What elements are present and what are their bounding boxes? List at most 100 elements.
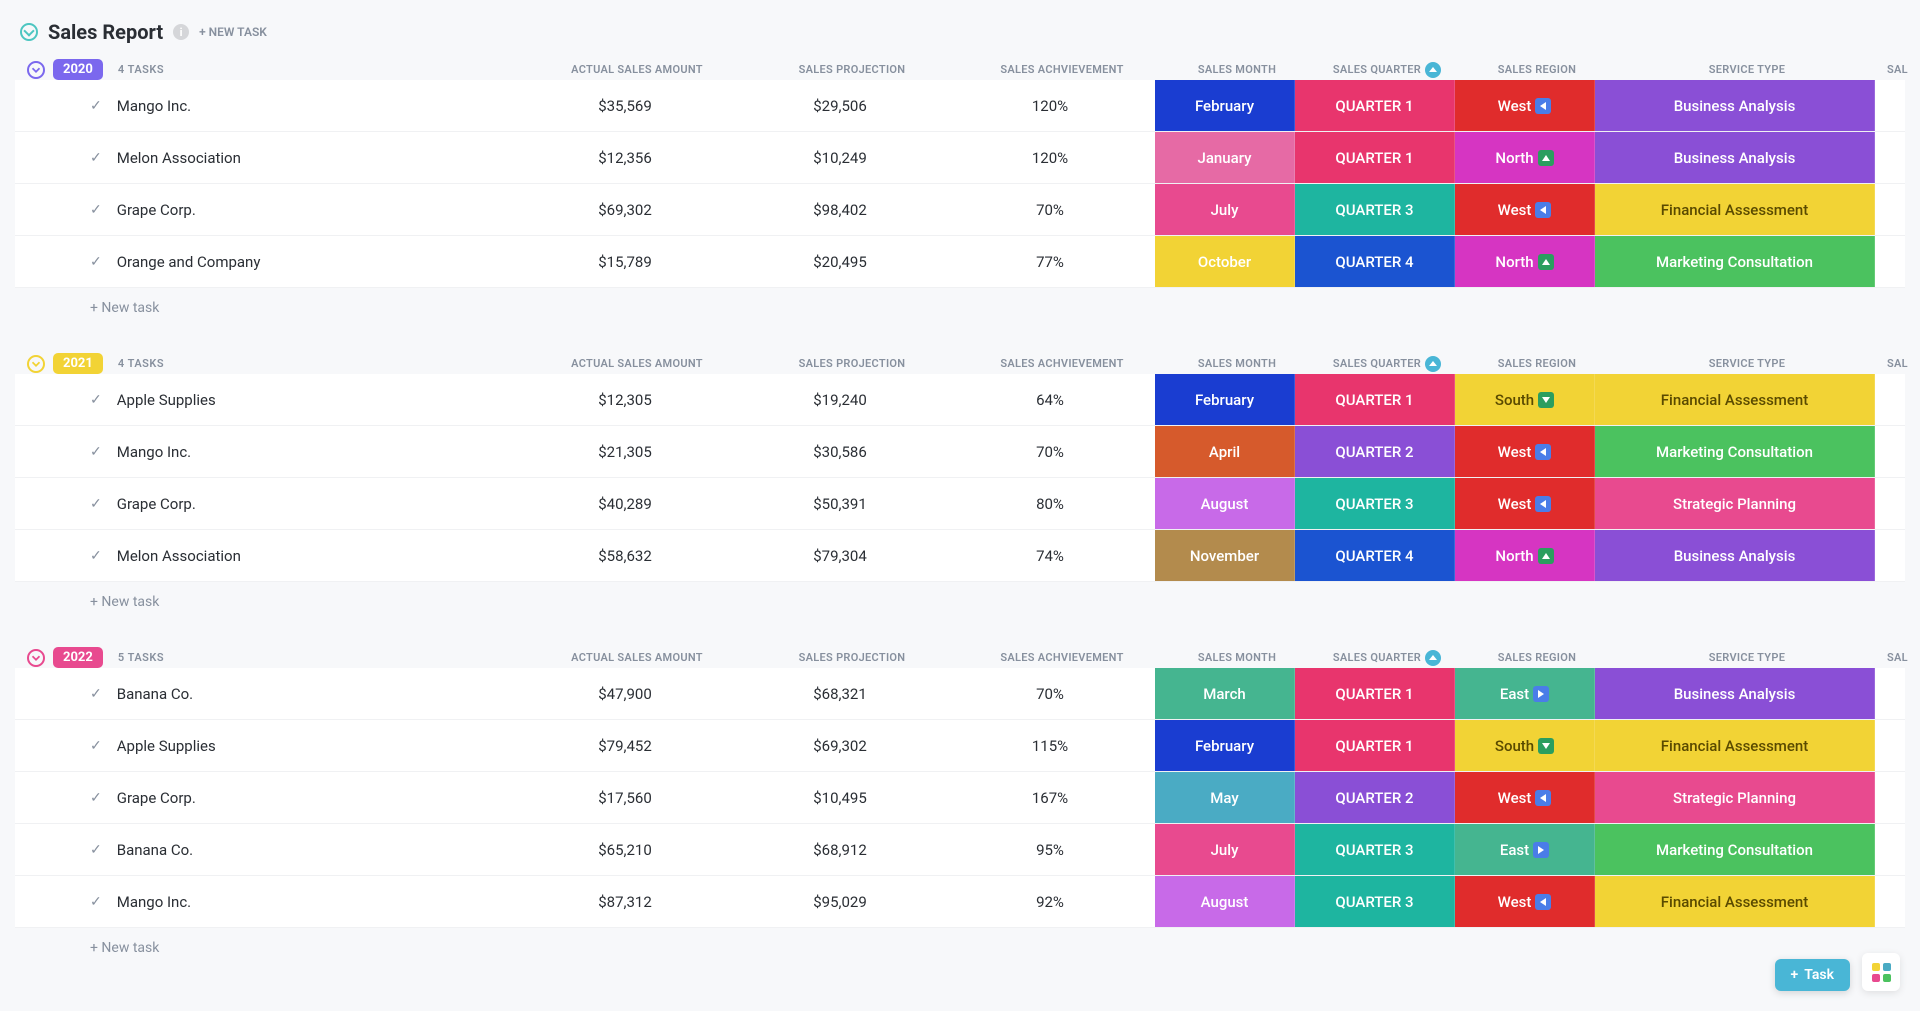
new-task-row-button[interactable]: + New task	[15, 928, 1905, 968]
column-header-service[interactable]: SERVICE TYPE	[1607, 651, 1887, 664]
achievement-cell[interactable]: 167%	[945, 772, 1155, 823]
projection-cell[interactable]: $98,402	[735, 184, 945, 235]
actual-sales-cell[interactable]: $15,789	[515, 236, 735, 287]
service-tag[interactable]: Marketing Consultation	[1595, 824, 1875, 875]
check-icon[interactable]: ✓	[90, 254, 102, 270]
check-icon[interactable]: ✓	[90, 496, 102, 512]
task-name-cell[interactable]: ✓ Mango Inc.	[15, 876, 515, 927]
column-header-region[interactable]: SALES REGION	[1467, 63, 1607, 76]
actual-sales-cell[interactable]: $65,210	[515, 824, 735, 875]
column-header-actual[interactable]: ACTUAL SALES AMOUNT	[527, 357, 747, 370]
extra-cell[interactable]	[1875, 530, 1905, 581]
extra-cell[interactable]	[1875, 80, 1905, 131]
check-icon[interactable]: ✓	[90, 202, 102, 218]
column-header-region[interactable]: SALES REGION	[1467, 651, 1607, 664]
region-tag[interactable]: North	[1455, 132, 1595, 183]
actual-sales-cell[interactable]: $69,302	[515, 184, 735, 235]
table-row[interactable]: ✓ Banana Co. $47,900 $68,321 70% March Q…	[15, 668, 1905, 720]
projection-cell[interactable]: $10,495	[735, 772, 945, 823]
new-task-header-button[interactable]: + NEW TASK	[199, 25, 267, 39]
service-tag[interactable]: Business Analysis	[1595, 80, 1875, 131]
table-row[interactable]: ✓ Banana Co. $65,210 $68,912 95% July QU…	[15, 824, 1905, 876]
month-tag[interactable]: November	[1155, 530, 1295, 581]
achievement-cell[interactable]: 120%	[945, 80, 1155, 131]
service-tag[interactable]: Business Analysis	[1595, 132, 1875, 183]
table-row[interactable]: ✓ Mango Inc. $87,312 $95,029 92% August …	[15, 876, 1905, 928]
extra-cell[interactable]	[1875, 720, 1905, 771]
month-tag[interactable]: February	[1155, 80, 1295, 131]
quarter-tag[interactable]: QUARTER 1	[1295, 132, 1455, 183]
actual-sales-cell[interactable]: $35,569	[515, 80, 735, 131]
quarter-tag[interactable]: QUARTER 1	[1295, 80, 1455, 131]
month-tag[interactable]: July	[1155, 184, 1295, 235]
info-icon[interactable]: i	[173, 24, 189, 40]
service-tag[interactable]: Financial Assessment	[1595, 876, 1875, 927]
extra-cell[interactable]	[1875, 478, 1905, 529]
collapse-all-icon[interactable]	[20, 23, 38, 41]
check-icon[interactable]: ✓	[90, 842, 102, 858]
extra-cell[interactable]	[1875, 772, 1905, 823]
task-name-cell[interactable]: ✓ Mango Inc.	[15, 426, 515, 477]
column-header-achievement[interactable]: SALES ACHVIEVEMENT	[957, 357, 1167, 370]
task-name-cell[interactable]: ✓ Orange and Company	[15, 236, 515, 287]
task-name-cell[interactable]: ✓ Melon Association	[15, 132, 515, 183]
achievement-cell[interactable]: 80%	[945, 478, 1155, 529]
check-icon[interactable]: ✓	[90, 444, 102, 460]
task-name-cell[interactable]: ✓ Apple Supplies	[15, 720, 515, 771]
check-icon[interactable]: ✓	[90, 738, 102, 754]
quarter-tag[interactable]: QUARTER 3	[1295, 876, 1455, 927]
quarter-tag[interactable]: QUARTER 3	[1295, 184, 1455, 235]
projection-cell[interactable]: $69,302	[735, 720, 945, 771]
year-badge[interactable]: 2021	[53, 353, 103, 374]
column-header-actual[interactable]: ACTUAL SALES AMOUNT	[527, 651, 747, 664]
achievement-cell[interactable]: 77%	[945, 236, 1155, 287]
region-tag[interactable]: West	[1455, 184, 1595, 235]
month-tag[interactable]: October	[1155, 236, 1295, 287]
sort-asc-icon[interactable]	[1425, 356, 1441, 372]
quarter-tag[interactable]: QUARTER 1	[1295, 720, 1455, 771]
check-icon[interactable]: ✓	[90, 98, 102, 114]
table-row[interactable]: ✓ Orange and Company $15,789 $20,495 77%…	[15, 236, 1905, 288]
extra-cell[interactable]	[1875, 132, 1905, 183]
chevron-down-icon[interactable]	[27, 61, 45, 79]
table-row[interactable]: ✓ Grape Corp. $69,302 $98,402 70% July Q…	[15, 184, 1905, 236]
table-row[interactable]: ✓ Mango Inc. $35,569 $29,506 120% Februa…	[15, 80, 1905, 132]
achievement-cell[interactable]: 70%	[945, 184, 1155, 235]
check-icon[interactable]: ✓	[90, 894, 102, 910]
column-header-month[interactable]: SALES MONTH	[1167, 651, 1307, 664]
projection-cell[interactable]: $29,506	[735, 80, 945, 131]
achievement-cell[interactable]: 64%	[945, 374, 1155, 425]
achievement-cell[interactable]: 74%	[945, 530, 1155, 581]
projection-cell[interactable]: $68,912	[735, 824, 945, 875]
floating-task-button[interactable]: + Task	[1775, 959, 1850, 991]
actual-sales-cell[interactable]: $21,305	[515, 426, 735, 477]
column-header-extra[interactable]: SAL	[1887, 357, 1920, 370]
floating-apps-button[interactable]	[1862, 953, 1900, 991]
projection-cell[interactable]: $30,586	[735, 426, 945, 477]
month-tag[interactable]: February	[1155, 374, 1295, 425]
table-row[interactable]: ✓ Apple Supplies $12,305 $19,240 64% Feb…	[15, 374, 1905, 426]
service-tag[interactable]: Strategic Planning	[1595, 478, 1875, 529]
region-tag[interactable]: East	[1455, 668, 1595, 719]
column-header-quarter[interactable]: SALES QUARTER	[1307, 356, 1467, 372]
check-icon[interactable]: ✓	[90, 790, 102, 806]
region-tag[interactable]: East	[1455, 824, 1595, 875]
projection-cell[interactable]: $50,391	[735, 478, 945, 529]
actual-sales-cell[interactable]: $58,632	[515, 530, 735, 581]
actual-sales-cell[interactable]: $40,289	[515, 478, 735, 529]
extra-cell[interactable]	[1875, 184, 1905, 235]
projection-cell[interactable]: $95,029	[735, 876, 945, 927]
service-tag[interactable]: Business Analysis	[1595, 668, 1875, 719]
extra-cell[interactable]	[1875, 668, 1905, 719]
extra-cell[interactable]	[1875, 824, 1905, 875]
check-icon[interactable]: ✓	[90, 392, 102, 408]
column-header-service[interactable]: SERVICE TYPE	[1607, 63, 1887, 76]
extra-cell[interactable]	[1875, 236, 1905, 287]
month-tag[interactable]: January	[1155, 132, 1295, 183]
region-tag[interactable]: North	[1455, 236, 1595, 287]
achievement-cell[interactable]: 70%	[945, 426, 1155, 477]
month-tag[interactable]: March	[1155, 668, 1295, 719]
check-icon[interactable]: ✓	[90, 150, 102, 166]
quarter-tag[interactable]: QUARTER 2	[1295, 772, 1455, 823]
year-badge[interactable]: 2020	[53, 59, 103, 80]
